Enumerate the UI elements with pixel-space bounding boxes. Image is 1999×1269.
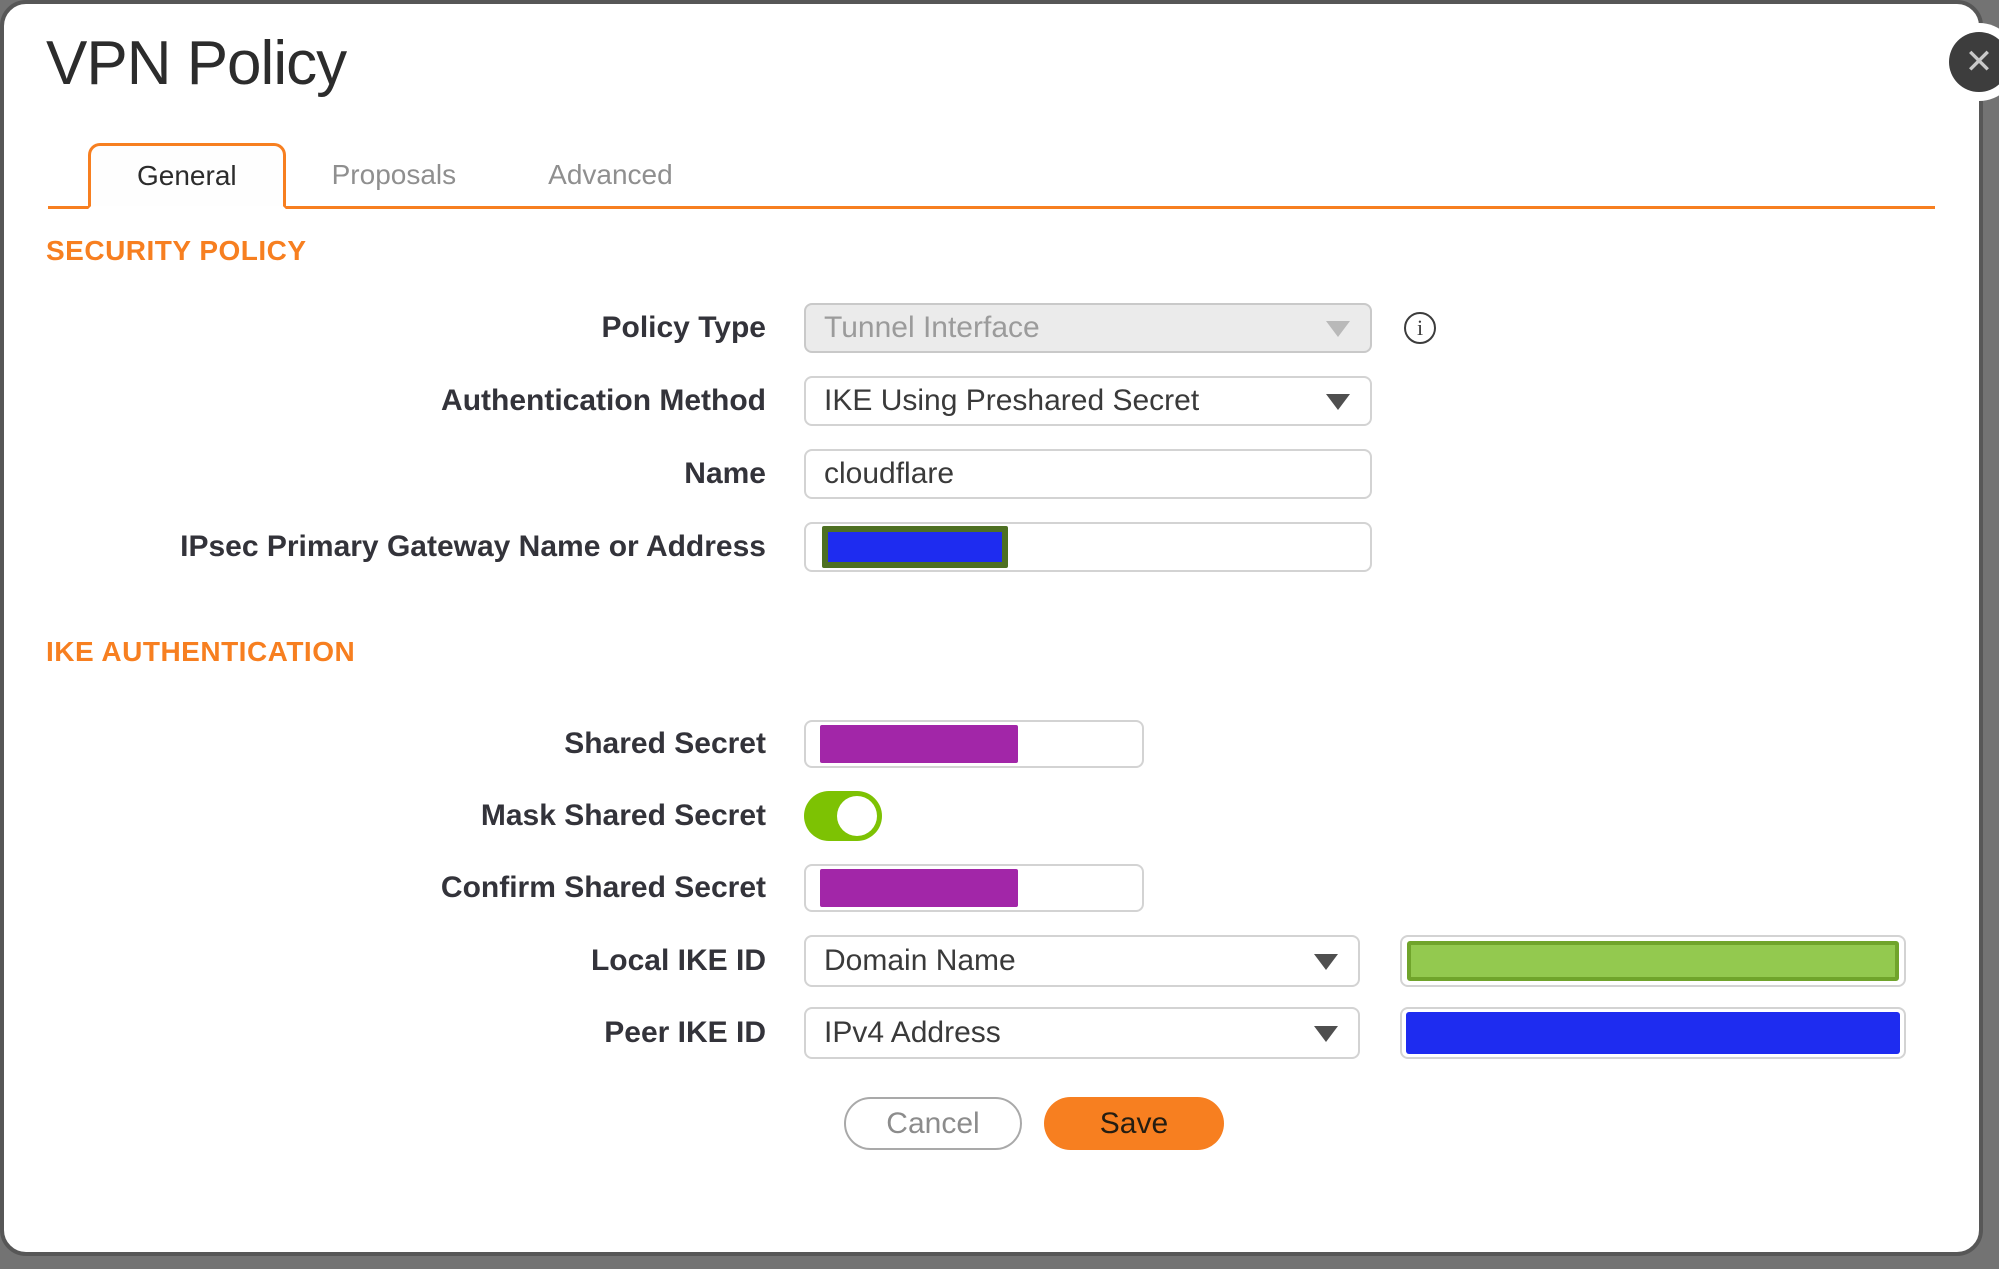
- section-security-policy: SECURITY POLICY: [46, 235, 307, 266]
- local-ike-id-label: Local IKE ID: [590, 944, 766, 977]
- save-button[interactable]: Save: [1044, 1097, 1224, 1150]
- peer-ike-id-input[interactable]: [1400, 1007, 1906, 1059]
- peer-ike-id-select[interactable]: IPv4 Address: [804, 1007, 1360, 1059]
- policy-type-row: Policy Type Tunnel Interface i: [4, 303, 1979, 353]
- chevron-down-icon: [1314, 1026, 1338, 1042]
- chevron-down-icon: [1326, 321, 1350, 337]
- mask-shared-secret-toggle[interactable]: [804, 791, 882, 841]
- chevron-down-icon: [1314, 954, 1338, 970]
- policy-type-value: Tunnel Interface: [824, 311, 1040, 344]
- security-policy-form: Policy Type Tunnel Interface i Authentic…: [4, 303, 1979, 572]
- gateway-label: IPsec Primary Gateway Name or Address: [180, 530, 766, 563]
- info-icon[interactable]: i: [1404, 312, 1436, 344]
- local-ike-id-select[interactable]: Domain Name: [804, 935, 1360, 987]
- mask-shared-secret-label: Mask Shared Secret: [480, 799, 766, 832]
- tab-general[interactable]: General: [88, 143, 286, 209]
- cancel-button[interactable]: Cancel: [844, 1097, 1022, 1150]
- mask-shared-secret-row: Mask Shared Secret: [4, 791, 1979, 841]
- shared-secret-redacted-value: [820, 725, 1018, 763]
- tab-proposals[interactable]: Proposals: [286, 143, 503, 206]
- policy-type-select: Tunnel Interface: [804, 303, 1372, 353]
- policy-type-label: Policy Type: [601, 311, 766, 344]
- local-ike-id-row: Local IKE ID Domain Name: [4, 935, 1979, 987]
- page-background: { "dialog": { "title": "VPN Policy" }, "…: [0, 0, 1999, 1269]
- name-label: Name: [684, 457, 766, 490]
- toggle-knob: [837, 796, 877, 836]
- vpn-policy-dialog: ✕ VPN Policy General Proposals Advanced …: [0, 0, 1999, 1256]
- peer-ike-id-redacted-value: [1406, 1012, 1900, 1054]
- confirm-shared-secret-row: Confirm Shared Secret: [4, 864, 1979, 912]
- gateway-row: IPsec Primary Gateway Name or Address: [4, 522, 1979, 572]
- chevron-down-icon: [1326, 394, 1350, 410]
- page-title: VPN Policy: [46, 29, 347, 98]
- auth-method-value: IKE Using Preshared Secret: [824, 384, 1200, 417]
- peer-ike-id-row: Peer IKE ID IPv4 Address: [4, 1007, 1979, 1059]
- shared-secret-row: Shared Secret: [4, 720, 1979, 768]
- auth-method-label: Authentication Method: [441, 384, 766, 417]
- gateway-redacted-value: [822, 526, 1008, 568]
- name-input[interactable]: cloudflare: [804, 449, 1372, 499]
- name-value: cloudflare: [824, 457, 955, 490]
- tab-advanced[interactable]: Advanced: [502, 143, 719, 206]
- name-row: Name cloudflare: [4, 449, 1979, 499]
- gateway-input[interactable]: [804, 522, 1372, 572]
- ike-authentication-form: Shared Secret Mask Shared Secret Confirm…: [4, 720, 1979, 1059]
- section-ike-authentication: IKE AUTHENTICATION: [46, 636, 356, 667]
- dialog-actions: Cancel Save: [844, 1097, 1979, 1150]
- local-ike-id-input[interactable]: [1400, 935, 1906, 987]
- local-ike-id-type: Domain Name: [824, 944, 1016, 977]
- confirm-shared-secret-input[interactable]: [804, 864, 1144, 912]
- shared-secret-label: Shared Secret: [564, 727, 766, 760]
- peer-ike-id-type: IPv4 Address: [824, 1016, 1001, 1049]
- confirm-shared-secret-label: Confirm Shared Secret: [440, 871, 766, 904]
- shared-secret-input[interactable]: [804, 720, 1144, 768]
- local-ike-id-redacted-value: [1407, 941, 1899, 981]
- confirm-shared-secret-redacted-value: [820, 869, 1018, 907]
- peer-ike-id-label: Peer IKE ID: [604, 1016, 766, 1049]
- auth-method-row: Authentication Method IKE Using Preshare…: [4, 376, 1979, 426]
- tab-bar: General Proposals Advanced: [48, 143, 1935, 209]
- auth-method-select[interactable]: IKE Using Preshared Secret: [804, 376, 1372, 426]
